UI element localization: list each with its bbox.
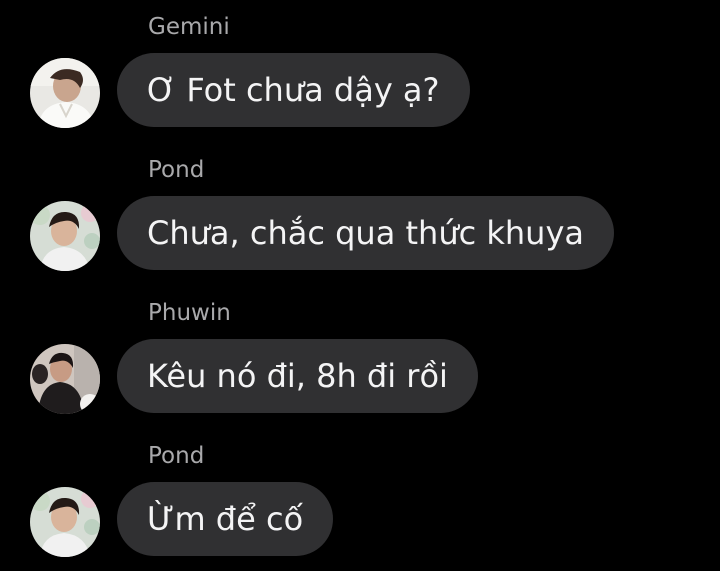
avatar-pond[interactable] <box>30 201 100 271</box>
avatar-phuwin-image <box>30 344 100 414</box>
avatar-pond-image <box>30 201 100 271</box>
avatar-gemini-image <box>30 58 100 128</box>
message-group: Pond Ừm để cố <box>0 429 720 559</box>
sender-name: Gemini <box>148 14 230 40</box>
avatar-pond[interactable] <box>30 487 100 557</box>
message-bubble[interactable]: Kêu nó đi, 8h đi rồi <box>117 339 478 413</box>
avatar-gemini[interactable] <box>30 58 100 128</box>
message-group: Phuwin Kêu nó đi, 8h đi rồi <box>0 286 720 416</box>
message-bubble[interactable]: Ơ Fot chưa dậy ạ? <box>117 53 470 127</box>
sender-name: Phuwin <box>148 300 231 326</box>
avatar-pond-image <box>30 487 100 557</box>
message-group: Gemini Ơ Fot chưa dậy ạ? <box>0 0 720 130</box>
message-bubble[interactable]: Ừm để cố <box>117 482 334 556</box>
message-bubble[interactable]: Chưa, chắc qua thức khuya <box>117 196 614 270</box>
message-group: Pond Chưa, chắc qua thức khuya <box>0 143 720 273</box>
avatar-phuwin[interactable] <box>30 344 100 414</box>
sender-name: Pond <box>148 157 205 183</box>
sender-name: Pond <box>148 443 205 469</box>
